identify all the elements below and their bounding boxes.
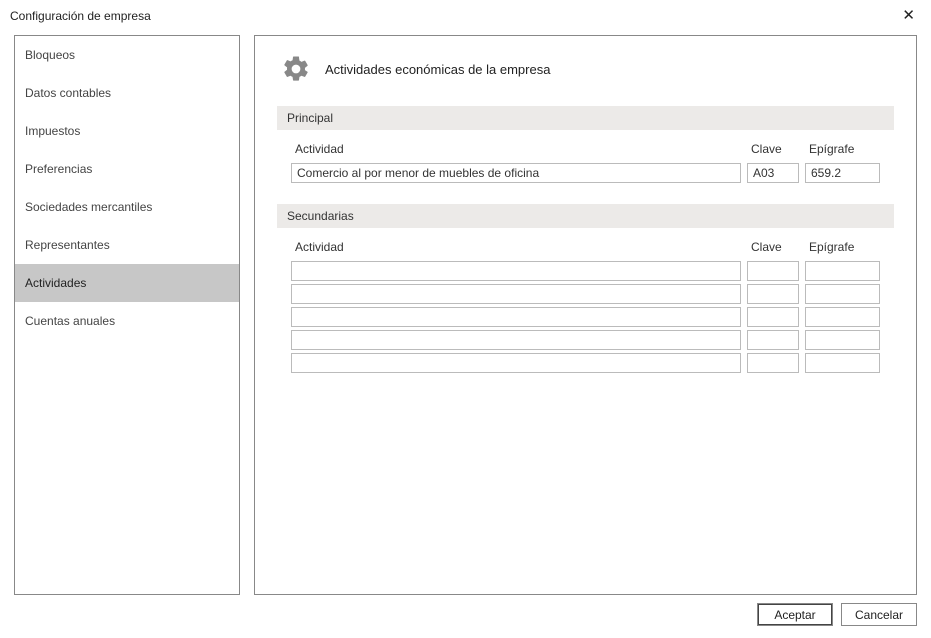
sidebar-item-datos-contables[interactable]: Datos contables [15,74,239,112]
sec-actividad-input[interactable] [291,261,741,281]
secundaria-row [291,307,880,327]
sec-epigrafe-input[interactable] [805,353,880,373]
window-title: Configuración de empresa [10,9,151,23]
secundaria-row [291,353,880,373]
close-icon[interactable]: ✕ [896,6,921,25]
content-panel: Actividades económicas de la empresa Pri… [254,35,917,595]
sec-actividad-input[interactable] [291,307,741,327]
label-epigrafe: Epígrafe [805,140,880,160]
sec-clave-input[interactable] [747,353,799,373]
principal-actividad-input[interactable]: Comercio al por menor de muebles de ofic… [291,163,741,183]
sec-clave-input[interactable] [747,307,799,327]
sec-clave-input[interactable] [747,261,799,281]
sec-actividad-input[interactable] [291,353,741,373]
sec-clave-input[interactable] [747,330,799,350]
label-actividad: Actividad [291,140,741,160]
sec-actividad-input[interactable] [291,284,741,304]
label-sec-epigrafe: Epígrafe [805,238,880,258]
sec-epigrafe-input[interactable] [805,284,880,304]
accept-button[interactable]: Aceptar [757,603,833,626]
sidebar-item-impuestos[interactable]: Impuestos [15,112,239,150]
secundaria-row [291,330,880,350]
sidebar-item-bloqueos[interactable]: Bloqueos [15,36,239,74]
section-header-secundarias: Secundarias [277,204,894,228]
sec-clave-input[interactable] [747,284,799,304]
sidebar: Bloqueos Datos contables Impuestos Prefe… [14,35,240,595]
secundaria-row [291,261,880,281]
principal-clave-input[interactable]: A03 [747,163,799,183]
principal-epigrafe-input[interactable]: 659.2 [805,163,880,183]
sidebar-item-actividades[interactable]: Actividades [15,264,239,302]
label-clave: Clave [747,140,799,160]
sidebar-item-sociedades-mercantiles[interactable]: Sociedades mercantiles [15,188,239,226]
secundaria-row [291,284,880,304]
sec-epigrafe-input[interactable] [805,307,880,327]
section-header-principal: Principal [277,106,894,130]
sidebar-item-representantes[interactable]: Representantes [15,226,239,264]
sec-epigrafe-input[interactable] [805,261,880,281]
cancel-button[interactable]: Cancelar [841,603,917,626]
dialog-footer: Aceptar Cancelar [757,603,917,626]
sec-actividad-input[interactable] [291,330,741,350]
titlebar: Configuración de empresa ✕ [0,0,931,31]
gear-icon [281,54,311,84]
sidebar-item-cuentas-anuales[interactable]: Cuentas anuales [15,302,239,340]
sec-epigrafe-input[interactable] [805,330,880,350]
content-title: Actividades económicas de la empresa [325,62,550,77]
label-sec-actividad: Actividad [291,238,741,258]
sidebar-item-preferencias[interactable]: Preferencias [15,150,239,188]
label-sec-clave: Clave [747,238,799,258]
